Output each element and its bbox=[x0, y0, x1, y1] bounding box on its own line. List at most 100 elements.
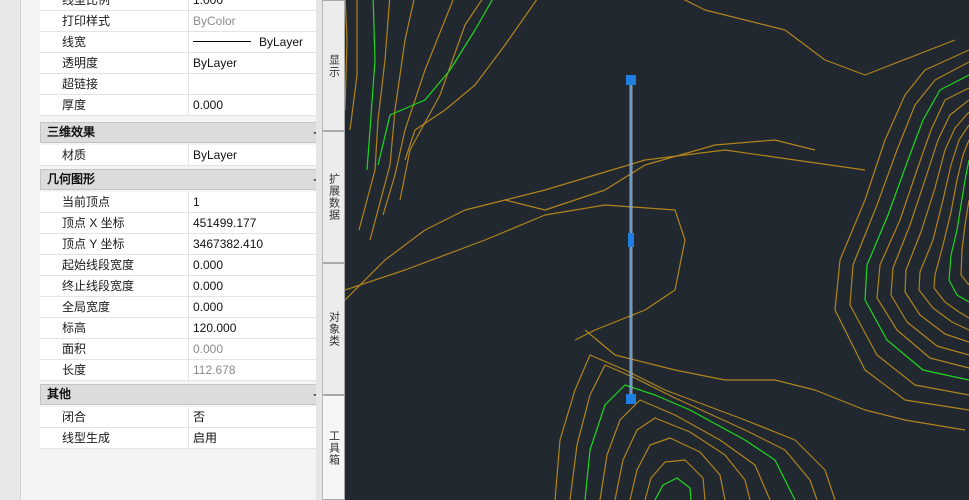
property-row[interactable]: 超链接 bbox=[40, 74, 316, 95]
contour-line bbox=[345, 0, 348, 111]
property-value[interactable]: ByLayer bbox=[193, 145, 237, 165]
vertex-grip-bottom[interactable] bbox=[626, 394, 636, 404]
property-row[interactable]: 终止线段宽度 0.000 bbox=[40, 276, 316, 297]
property-row[interactable]: 材质 ByLayer bbox=[40, 145, 316, 166]
tab-extended-data[interactable]: 扩展数据 bbox=[323, 131, 345, 263]
property-name: 当前顶点 bbox=[62, 192, 189, 212]
property-name: 长度 bbox=[62, 360, 189, 380]
property-value[interactable]: 启用 bbox=[193, 428, 217, 448]
property-value[interactable]: 否 bbox=[193, 407, 205, 427]
category-header-geometry[interactable]: 几何图形 – bbox=[40, 169, 316, 190]
property-name: 终止线段宽度 bbox=[62, 276, 189, 296]
property-name: 线型比例 bbox=[62, 0, 189, 10]
collapse-toggle-icon[interactable]: – bbox=[313, 123, 316, 142]
property-name: 面积 bbox=[62, 339, 189, 359]
property-name: 材质 bbox=[62, 145, 189, 165]
property-value[interactable]: 1 bbox=[193, 192, 200, 212]
lineweight-sample-line bbox=[193, 41, 251, 43]
category-title: 几何图形 bbox=[47, 172, 96, 186]
property-name: 打印样式 bbox=[62, 11, 189, 31]
contour-line bbox=[349, 0, 358, 131]
property-value[interactable]: 0.000 bbox=[193, 276, 223, 296]
tab-object-class[interactable]: 对象类 bbox=[323, 263, 345, 395]
tab-display-label: 显示 bbox=[327, 53, 340, 78]
property-value[interactable]: 0.000 bbox=[193, 95, 223, 115]
tab-toolbox[interactable]: 工具箱 bbox=[323, 395, 345, 500]
contour-line bbox=[504, 139, 816, 211]
palette-title-strip[interactable] bbox=[0, 0, 21, 500]
properties-palette: 线型比例 1.000 打印样式 ByColor 线宽 ByLayer 透明度 ByLayer 超… bbox=[21, 0, 316, 500]
contour-line bbox=[599, 399, 771, 500]
property-row[interactable]: 起始线段宽度 0.000 bbox=[40, 255, 316, 276]
contour-line bbox=[933, 139, 969, 319]
property-value[interactable]: 0.000 bbox=[193, 339, 223, 359]
property-row[interactable]: 长度 112.678 bbox=[40, 360, 316, 381]
contour-line bbox=[864, 74, 969, 381]
contour-line bbox=[399, 0, 483, 201]
category-title: 其他 bbox=[47, 387, 72, 401]
property-row[interactable]: 线型比例 1.000 bbox=[40, 0, 316, 11]
category-header-3d-effects[interactable]: 三维效果 – bbox=[40, 122, 316, 143]
drawing-canvas[interactable] bbox=[345, 0, 969, 500]
contour-line bbox=[614, 417, 751, 500]
property-name: 闭合 bbox=[62, 407, 189, 427]
property-value[interactable]: 112.678 bbox=[193, 360, 236, 380]
lineweight-value-text: ByLayer bbox=[259, 35, 304, 49]
property-value[interactable]: 3467382.410 bbox=[193, 234, 263, 254]
property-value[interactable]: 451499.177 bbox=[193, 213, 256, 233]
property-name: 标高 bbox=[62, 318, 189, 338]
property-row[interactable]: 顶点 Y 坐标 3467382.410 bbox=[40, 234, 316, 255]
property-name: 线型生成 bbox=[62, 428, 189, 448]
vertex-grip-top[interactable] bbox=[626, 75, 636, 85]
property-row[interactable]: 线型生成 启用 bbox=[40, 428, 316, 449]
property-row[interactable]: 顶点 X 坐标 451499.177 bbox=[40, 213, 316, 234]
property-value[interactable]: 120.000 bbox=[193, 318, 236, 338]
property-value[interactable]: 0.000 bbox=[193, 255, 223, 275]
tab-display[interactable]: 显示 bbox=[323, 0, 345, 131]
property-name: 全局宽度 bbox=[62, 297, 189, 317]
property-row[interactable]: 面积 0.000 bbox=[40, 339, 316, 360]
property-name: 顶点 X 坐标 bbox=[62, 213, 189, 233]
tab-toolbox-label: 工具箱 bbox=[327, 429, 340, 466]
property-row[interactable]: 标高 120.000 bbox=[40, 318, 316, 339]
collapse-toggle-icon[interactable]: – bbox=[313, 385, 316, 404]
property-value[interactable]: ByColor bbox=[193, 11, 236, 31]
contour-line bbox=[683, 0, 956, 76]
property-value[interactable]: ByLayer bbox=[193, 32, 303, 52]
palette-side-tabs: 显示 扩展数据 对象类 工具箱 bbox=[322, 0, 345, 500]
property-name: 顶点 Y 坐标 bbox=[62, 234, 189, 254]
property-name: 透明度 bbox=[62, 53, 189, 73]
category-title: 三维效果 bbox=[47, 125, 96, 139]
property-row[interactable]: 打印样式 ByColor bbox=[40, 11, 316, 32]
contour-line bbox=[904, 111, 969, 343]
contour-line bbox=[569, 364, 818, 500]
property-name: 线宽 bbox=[62, 32, 189, 52]
contour-line bbox=[345, 204, 686, 341]
property-value[interactable]: 0.000 bbox=[193, 297, 223, 317]
property-name: 厚度 bbox=[62, 95, 189, 115]
property-row[interactable]: 全局宽度 0.000 bbox=[40, 297, 316, 318]
midpoint-grip[interactable] bbox=[628, 233, 634, 247]
contour-line bbox=[404, 0, 538, 161]
property-row[interactable]: 线宽 ByLayer bbox=[40, 32, 316, 53]
tab-extended-data-label: 扩展数据 bbox=[327, 173, 340, 221]
property-row[interactable]: 当前顶点 1 bbox=[40, 192, 316, 213]
contour-line bbox=[366, 0, 376, 171]
contour-line bbox=[834, 49, 969, 411]
contour-line bbox=[849, 61, 969, 396]
tab-object-class-label: 对象类 bbox=[327, 311, 340, 347]
contour-line bbox=[644, 459, 706, 500]
property-row[interactable]: 厚度 0.000 bbox=[40, 95, 316, 116]
category-header-misc[interactable]: 其他 – bbox=[40, 384, 316, 405]
contour-line bbox=[960, 199, 969, 286]
property-row[interactable]: 透明度 ByLayer bbox=[40, 53, 316, 74]
contour-line bbox=[584, 384, 796, 500]
property-value[interactable]: ByLayer bbox=[193, 53, 237, 73]
contour-map bbox=[345, 0, 969, 500]
property-row[interactable]: 闭合否 bbox=[40, 407, 316, 428]
contour-line bbox=[654, 477, 692, 500]
property-value[interactable]: 1.000 bbox=[193, 0, 223, 10]
collapse-toggle-icon[interactable]: – bbox=[313, 170, 316, 189]
contour-line bbox=[345, 149, 866, 301]
contour-line bbox=[876, 87, 969, 369]
